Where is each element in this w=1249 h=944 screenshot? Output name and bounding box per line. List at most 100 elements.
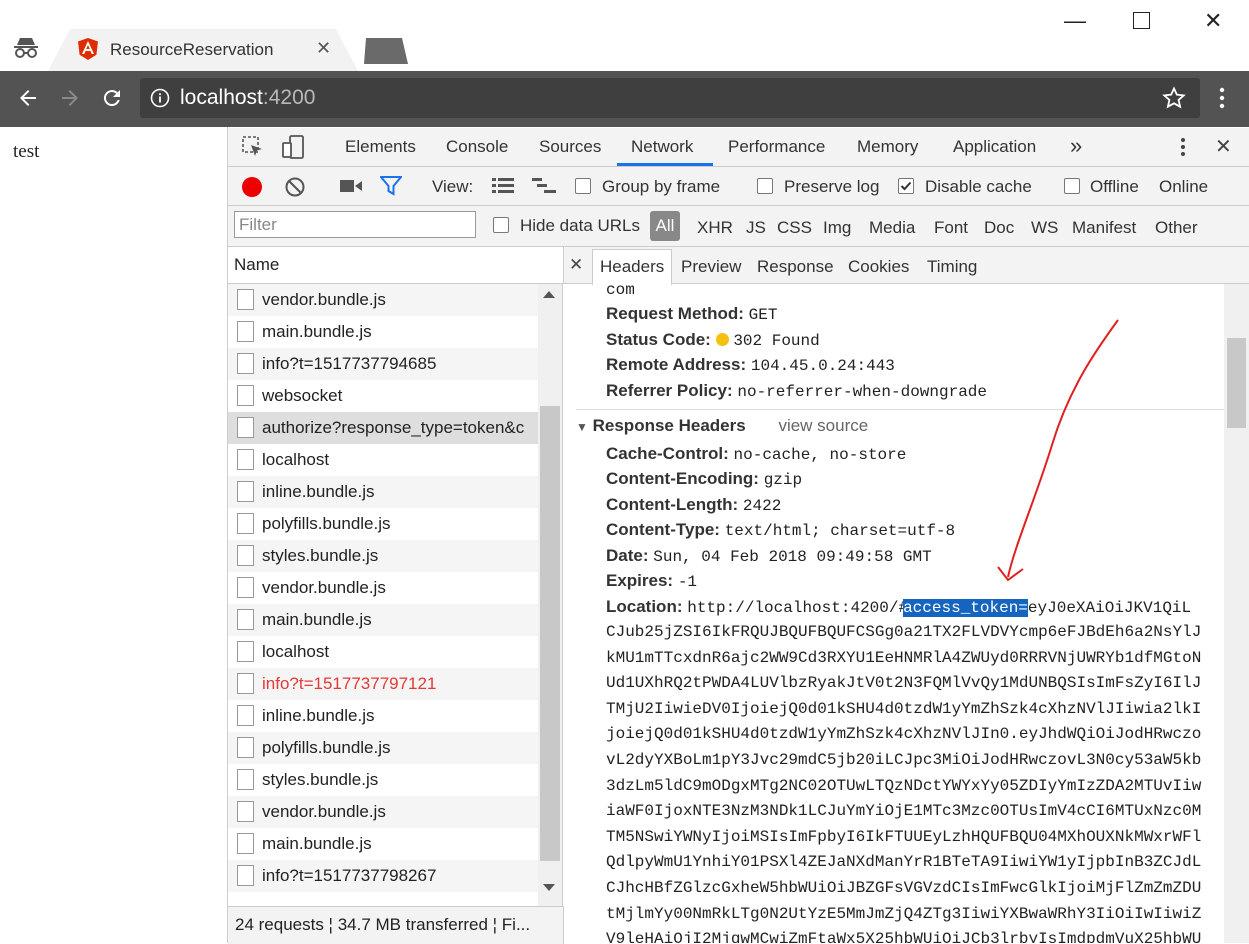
record-icon[interactable] [242,177,262,197]
close-detail-icon[interactable]: ✕ [569,255,583,275]
disable-cache-checkbox[interactable] [898,178,914,194]
back-icon[interactable] [16,86,40,115]
request-row[interactable]: vendor.bundle.js [228,572,538,604]
request-row[interactable]: inline.bundle.js [228,700,538,732]
request-row[interactable]: vendor.bundle.js [228,284,538,316]
bookmark-star-icon[interactable] [1162,86,1186,115]
request-row[interactable]: inline.bundle.js [228,476,538,508]
filter-type-doc[interactable]: Doc [984,218,1014,238]
more-tabs-chevron-icon[interactable]: » [1070,133,1082,159]
filter-input[interactable]: Filter [234,211,476,238]
request-row[interactable]: websocket [228,380,538,412]
request-row[interactable]: polyfills.bundle.js [228,508,538,540]
request-name: inline.bundle.js [262,706,375,725]
request-row[interactable]: polyfills.bundle.js [228,732,538,764]
request-row[interactable]: authorize?response_type=token&c [228,412,538,444]
expires-row: Expires: -1 [606,571,697,591]
tab-network[interactable]: Network [631,137,693,157]
view-source-link[interactable]: view source [778,416,868,435]
request-row[interactable]: localhost [228,636,538,668]
date-row: Date: Sun, 04 Feb 2018 09:49:58 GMT [606,546,932,566]
tab-application[interactable]: Application [953,137,1036,157]
request-row[interactable]: main.bundle.js [228,316,538,348]
header-value: gzip [763,471,803,489]
header-value: no-cache, no-store [733,446,907,464]
tab-memory[interactable]: Memory [857,137,918,157]
forward-icon[interactable] [58,86,82,115]
request-row[interactable]: info?t=1517737797121 [228,668,538,700]
preserve-log-checkbox[interactable] [757,178,773,194]
request-row[interactable]: localhost [228,444,538,476]
waterfall-overview-icon[interactable] [532,178,556,199]
clear-icon[interactable] [284,176,306,203]
large-rows-icon[interactable] [492,178,514,199]
file-icon [237,289,254,310]
incognito-icon [13,36,39,65]
group-by-frame-checkbox[interactable] [575,178,591,194]
filter-funnel-icon[interactable] [378,176,404,201]
request-row[interactable]: styles.bundle.js [228,764,538,796]
request-name: styles.bundle.js [262,546,379,565]
file-icon [237,609,254,630]
video-camera-icon[interactable] [340,179,362,198]
request-row[interactable]: main.bundle.js [228,604,538,636]
header-value: 2422 [742,497,782,515]
request-row[interactable]: styles.bundle.js [228,540,538,572]
tab-timing[interactable]: Timing [927,257,977,277]
filter-type-xhr[interactable]: XHR [697,218,733,238]
info-icon[interactable] [150,88,170,113]
request-row[interactable]: main.bundle.js [228,828,538,860]
disable-cache-label: Disable cache [925,177,1032,196]
tab-elements[interactable]: Elements [345,137,416,157]
devtools-menu-icon[interactable] [1180,137,1186,162]
view-label: View: [432,177,474,196]
browser-menu-icon[interactable] [1218,87,1226,114]
offline-checkbox[interactable] [1064,178,1080,194]
maximize-button[interactable] [1133,12,1150,29]
tab-close-icon[interactable]: ✕ [316,38,331,59]
network-status-bar: 24 requests ¦ 34.7 MB transferred ¦ Fi..… [228,906,564,944]
tab-response[interactable]: Response [757,257,834,277]
request-row[interactable]: vendor.bundle.js [228,796,538,828]
minimize-button[interactable]: — [1064,8,1086,34]
filter-type-all[interactable]: All [650,211,680,241]
filter-type-js[interactable]: JS [746,218,766,238]
tab-preview[interactable]: Preview [681,257,741,277]
filter-type-manifest[interactable]: Manifest [1072,218,1136,238]
filter-type-ws[interactable]: WS [1031,218,1058,238]
scroll-up-arrow-icon[interactable] [543,291,555,298]
request-name: main.bundle.js [262,834,372,853]
filter-type-media[interactable]: Media [869,218,915,238]
file-icon [237,673,254,694]
scroll-down-arrow-icon[interactable] [543,884,555,891]
tab-performance[interactable]: Performance [728,137,825,157]
inspect-element-icon[interactable] [242,136,264,163]
device-toolbar-icon[interactable] [281,135,305,164]
tab-sources[interactable]: Sources [539,137,601,157]
content-length-row: Content-Length: 2422 [606,495,781,515]
hide-data-urls-checkbox[interactable] [493,217,509,233]
detail-scroll-thumb[interactable] [1227,338,1246,428]
tab-console[interactable]: Console [446,137,508,157]
location-prefix: http://localhost:4200/# [687,599,909,617]
tab-cookies[interactable]: Cookies [848,257,909,277]
request-list-scroll-thumb[interactable] [540,406,560,861]
annotation-arrow [997,319,1119,582]
reload-icon[interactable] [100,86,124,115]
name-column-header[interactable]: Name [228,247,564,284]
filter-type-img[interactable]: Img [823,218,851,238]
request-row[interactable]: info?t=1517737798267 [228,860,538,892]
close-window-button[interactable]: ✕ [1204,8,1222,34]
tab-headers[interactable]: Headers [600,257,664,277]
header-key: Cache-Control: [606,444,729,463]
header-value: 302 Found [733,332,820,350]
filter-type-css[interactable]: CSS [777,218,812,238]
throttling-select[interactable]: Online [1159,177,1208,197]
filter-type-font[interactable]: Font [934,218,968,238]
url-text[interactable]: localhost:4200 [180,86,315,110]
response-headers-toggle[interactable]: ▼ Response Headers view source [576,416,868,436]
status-code-row: Status Code: 302 Found [606,330,820,350]
filter-type-other[interactable]: Other [1155,218,1198,238]
close-devtools-icon[interactable]: ✕ [1215,134,1232,159]
request-row[interactable]: info?t=1517737794685 [228,348,538,380]
